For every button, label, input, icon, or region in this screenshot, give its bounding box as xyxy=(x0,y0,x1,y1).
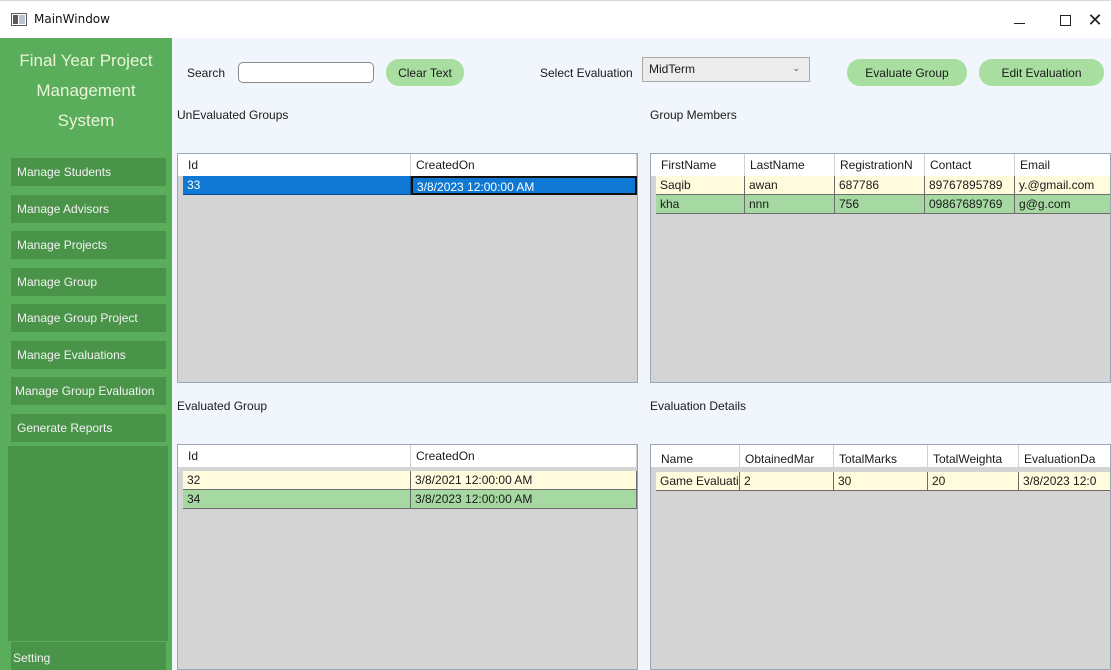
evaluation-select-value: MidTerm xyxy=(649,62,696,76)
unevaluated-groups-grid[interactable]: Id CreatedOn 33 3/8/2023 12:00:00 AM xyxy=(177,153,638,383)
window-title: MainWindow xyxy=(34,12,110,26)
column-header[interactable]: FirstName xyxy=(656,154,745,176)
table-cell: y.@gmail.com xyxy=(1015,176,1110,195)
table-row[interactable]: Game Evaluati 2 30 20 3/8/2023 12:0 xyxy=(656,472,1110,491)
chevron-down-icon: ⌄ xyxy=(792,63,800,73)
brand-line: Management xyxy=(36,81,136,100)
column-header[interactable]: LastName xyxy=(745,154,835,176)
table-cell: 3/8/2021 12:00:00 AM xyxy=(411,471,637,490)
column-header[interactable]: ObtainedMar xyxy=(740,445,834,467)
table-row[interactable]: Saqib awan 687786 89767895789 y.@gmail.c… xyxy=(656,176,1110,195)
grid-header: FirstName LastName RegistrationN Contact… xyxy=(651,154,1110,176)
table-row[interactable]: kha nnn 756 09867689769 g@g.com xyxy=(656,195,1110,214)
evaluation-select[interactable]: MidTerm ⌄ xyxy=(642,57,810,82)
grid-header: Name ObtainedMar TotalMarks TotalWeighta… xyxy=(651,445,1110,467)
column-header[interactable]: CreatedOn xyxy=(411,154,637,176)
clear-text-button[interactable]: Clear Text xyxy=(386,59,464,86)
table-cell: 09867689769 xyxy=(925,195,1015,214)
sidebar-empty-panel xyxy=(8,446,168,641)
table-cell: awan xyxy=(745,176,835,195)
sidebar-item-setting[interactable]: Setting xyxy=(11,642,166,670)
table-cell: 20 xyxy=(928,472,1019,491)
table-cell: 3/8/2023 12:00:00 AM xyxy=(411,490,637,509)
search-label: Search xyxy=(187,66,226,80)
brand-line: Final Year Project xyxy=(19,51,153,70)
table-cell: kha xyxy=(656,195,745,214)
app-window-icon xyxy=(11,13,27,26)
column-header[interactable]: Id xyxy=(183,445,411,467)
column-header[interactable]: TotalMarks xyxy=(834,445,928,467)
sidebar-item-generate-reports[interactable]: Generate Reports xyxy=(11,414,166,442)
close-button[interactable]: ✕ xyxy=(1072,1,1111,39)
table-cell: 89767895789 xyxy=(925,176,1015,195)
group-members-grid[interactable]: FirstName LastName RegistrationN Contact… xyxy=(650,153,1111,383)
table-row[interactable]: 33 3/8/2023 12:00:00 AM xyxy=(183,176,637,195)
column-header[interactable]: Email xyxy=(1015,154,1110,176)
group-members-title: Group Members xyxy=(650,108,737,122)
grid-header: Id CreatedOn xyxy=(178,445,637,467)
sidebar-item-manage-group-project[interactable]: Manage Group Project xyxy=(11,304,166,332)
evaluated-group-title: Evaluated Group xyxy=(177,399,268,413)
table-cell: 30 xyxy=(834,472,928,491)
app-brand-title: Final Year Project Management System xyxy=(0,46,172,136)
column-header[interactable]: CreatedOn xyxy=(411,445,637,467)
table-cell: 32 xyxy=(183,471,411,490)
evaluation-details-title: Evaluation Details xyxy=(650,399,747,413)
table-cell: Game Evaluati xyxy=(656,472,740,491)
maximize-icon xyxy=(1059,14,1071,26)
evaluation-details-grid[interactable]: Name ObtainedMar TotalMarks TotalWeighta… xyxy=(650,444,1111,670)
sidebar-item-manage-group[interactable]: Manage Group xyxy=(11,268,166,296)
table-cell: 34 xyxy=(183,490,411,509)
table-cell: nnn xyxy=(745,195,835,214)
table-row[interactable]: 32 3/8/2021 12:00:00 AM xyxy=(183,471,637,490)
edit-evaluation-button[interactable]: Edit Evaluation xyxy=(979,59,1104,86)
table-row[interactable]: 34 3/8/2023 12:00:00 AM xyxy=(183,490,637,509)
table-cell: 756 xyxy=(835,195,925,214)
table-cell: 33 xyxy=(183,176,411,195)
minimize-button[interactable] xyxy=(996,1,1042,39)
column-header[interactable]: RegistrationN xyxy=(835,154,925,176)
column-header[interactable]: Contact xyxy=(925,154,1015,176)
sidebar: Final Year Project Management System Man… xyxy=(0,38,172,670)
sidebar-item-manage-evaluations[interactable]: Manage Evaluations xyxy=(11,341,166,369)
sidebar-item-manage-advisors[interactable]: Manage Advisors xyxy=(11,195,166,223)
brand-line: System xyxy=(57,111,115,130)
main-window: MainWindow ✕ Final Year Project Manageme… xyxy=(0,0,1111,670)
table-cell: 687786 xyxy=(835,176,925,195)
table-cell: g@g.com xyxy=(1015,195,1110,214)
evaluate-group-button[interactable]: Evaluate Group xyxy=(847,59,967,86)
sidebar-item-manage-students[interactable]: Manage Students xyxy=(11,158,166,186)
select-evaluation-label: Select Evaluation xyxy=(540,66,633,80)
column-header[interactable]: EvaluationDa xyxy=(1019,445,1110,467)
table-cell: Saqib xyxy=(656,176,745,195)
sidebar-item-manage-group-evaluation[interactable]: Manage Group Evaluation xyxy=(11,377,166,405)
column-header[interactable]: Id xyxy=(183,154,411,176)
table-cell: 3/8/2023 12:00:00 AM xyxy=(411,176,637,195)
table-cell: 3/8/2023 12:0 xyxy=(1019,472,1110,491)
unevaluated-groups-title: UnEvaluated Groups xyxy=(177,108,289,122)
column-header[interactable]: Name xyxy=(656,445,740,467)
minimize-icon xyxy=(1013,22,1025,24)
evaluated-group-grid[interactable]: Id CreatedOn 32 3/8/2021 12:00:00 AM 34 … xyxy=(177,444,638,670)
search-input[interactable] xyxy=(238,62,374,83)
sidebar-item-manage-projects[interactable]: Manage Projects xyxy=(11,231,166,259)
close-icon: ✕ xyxy=(1087,9,1103,31)
title-bar: MainWindow ✕ xyxy=(0,0,1111,38)
grid-header: Id CreatedOn xyxy=(178,154,637,176)
column-header[interactable]: TotalWeighta xyxy=(928,445,1019,467)
table-cell: 2 xyxy=(740,472,834,491)
